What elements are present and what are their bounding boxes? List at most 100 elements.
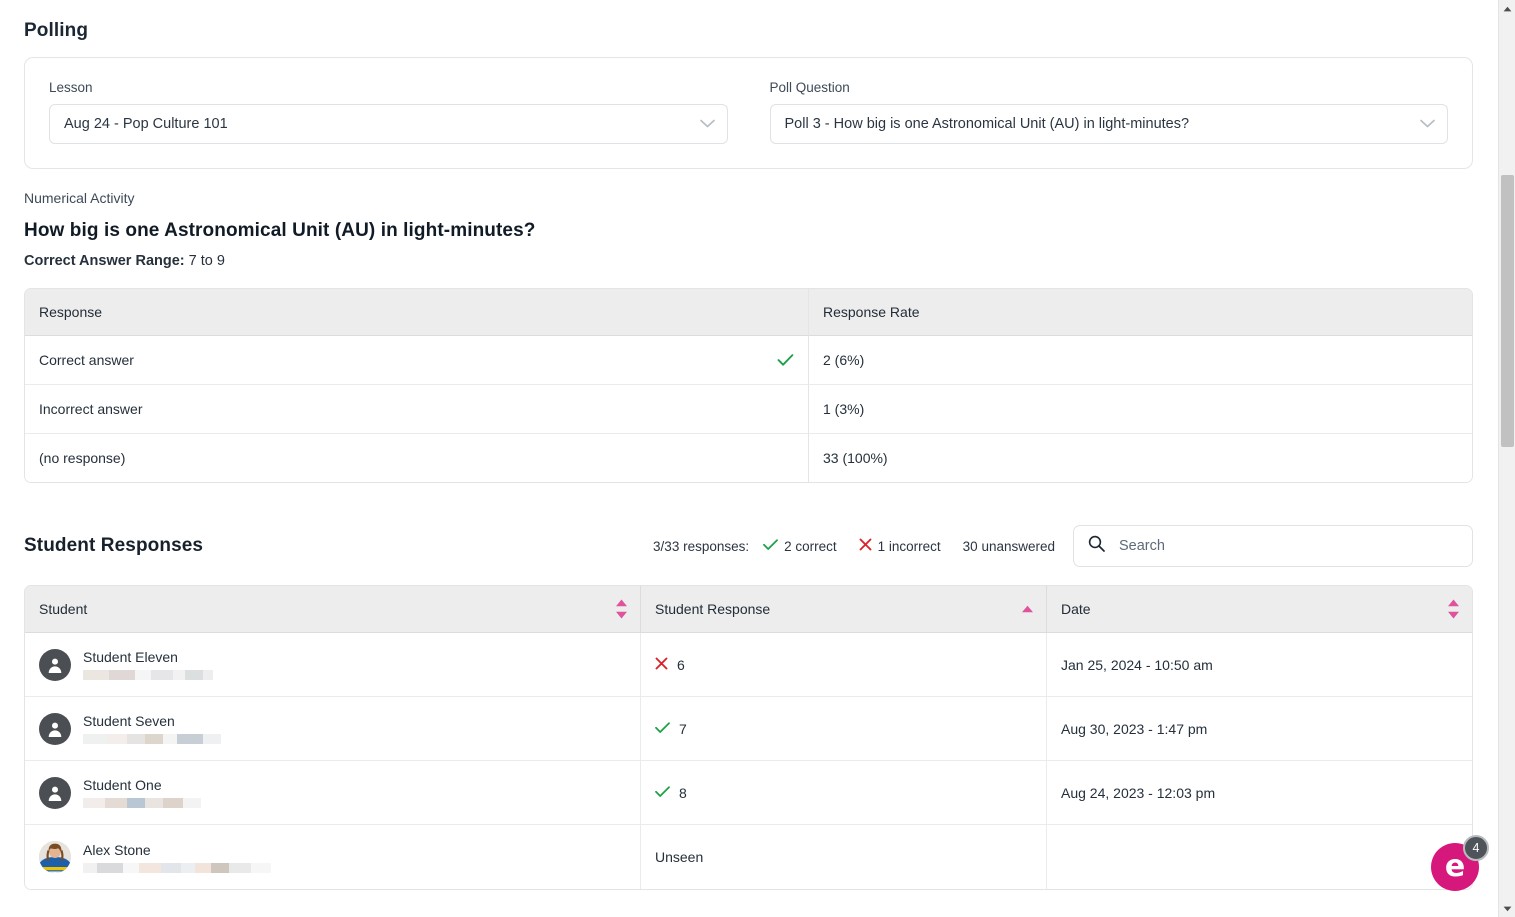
table-row: (no response) 33 (100%) xyxy=(25,434,1472,482)
scrollbar-thumb[interactable] xyxy=(1501,175,1514,447)
sort-both-icon[interactable] xyxy=(615,598,628,620)
table-row[interactable]: Student One 8 Aug 24, 2023 - 12:03 pm xyxy=(25,761,1472,825)
table-header-row: Response Response Rate xyxy=(25,289,1472,336)
table-row[interactable]: Student Seven 7 Aug 30, 2023 - 1:47 pm xyxy=(25,697,1472,761)
chat-unread-badge: 4 xyxy=(1463,835,1489,861)
student-responses-summary: 3/33 responses: 2 correct 1 incorrect 30… xyxy=(653,538,1073,554)
column-header-date[interactable]: Date xyxy=(1047,586,1472,633)
lesson-field: Lesson Aug 24 - Pop Culture 101 xyxy=(49,80,728,144)
poll-selector-card: Lesson Aug 24 - Pop Culture 101 Poll Que… xyxy=(24,57,1473,169)
response-label-correct: Correct answer xyxy=(25,336,809,385)
response-rate-no-response: 33 (100%) xyxy=(809,434,1472,482)
poll-question-field: Poll Question Poll 3 - How big is one As… xyxy=(769,80,1448,144)
student-response-cell: 6 xyxy=(641,633,1047,697)
person-icon xyxy=(39,776,71,809)
student-responses-header: Student Responses 3/33 responses: 2 corr… xyxy=(24,525,1473,567)
student-response-value: 8 xyxy=(679,784,687,801)
redacted-email xyxy=(83,734,221,744)
person-icon xyxy=(39,648,71,681)
student-cell: Alex Stone xyxy=(25,825,641,889)
summary-correct-label: 2 correct xyxy=(784,538,837,554)
student-responses-table: Student Student Response Date Student El… xyxy=(24,585,1473,890)
poll-question-label: Poll Question xyxy=(769,80,850,95)
student-response-value: Unseen xyxy=(655,849,704,865)
check-icon xyxy=(777,354,794,367)
search-input[interactable] xyxy=(1117,537,1458,555)
photo-avatar xyxy=(39,841,71,873)
student-response-cell: 7 xyxy=(641,697,1047,761)
search-box[interactable] xyxy=(1073,525,1473,567)
chat-widget[interactable]: e 4 xyxy=(1431,835,1489,895)
response-summary-table: Response Response Rate Correct answer 2 … xyxy=(24,288,1473,483)
column-header-response: Response xyxy=(25,289,809,336)
response-rate-incorrect: 1 (3%) xyxy=(809,385,1472,434)
student-cell: Student Seven xyxy=(25,697,641,761)
student-name: Alex Stone xyxy=(83,841,151,858)
response-label-incorrect: Incorrect answer xyxy=(25,385,809,434)
sort-both-icon[interactable] xyxy=(1447,598,1460,620)
sort-asc-icon[interactable] xyxy=(1021,605,1034,614)
caret-down-icon[interactable] xyxy=(1499,900,1515,917)
redacted-email xyxy=(83,862,271,873)
column-header-student[interactable]: Student xyxy=(25,586,641,633)
redacted-email xyxy=(83,798,201,808)
x-icon xyxy=(655,657,668,673)
polling-page: Polling Lesson Aug 24 - Pop Culture 101 … xyxy=(0,0,1515,917)
table-row: Incorrect answer 1 (3%) xyxy=(25,385,1472,434)
x-icon xyxy=(859,538,872,554)
table-row: Correct answer 2 (6%) xyxy=(25,336,1472,385)
student-responses-title: Student Responses xyxy=(24,535,204,556)
date-cell: Aug 30, 2023 - 1:47 pm xyxy=(1047,697,1472,761)
poll-question-select-value: Poll 3 - How big is one Astronomical Uni… xyxy=(784,116,1190,132)
summary-unanswered-label: 30 unanswered xyxy=(962,538,1055,554)
summary-lead: 3/33 responses: xyxy=(653,538,750,554)
chevron-down-icon xyxy=(1420,119,1435,129)
student-response-cell: 8 xyxy=(641,761,1047,825)
check-icon xyxy=(763,538,779,554)
column-header-student-response[interactable]: Student Response xyxy=(641,586,1047,633)
search-icon xyxy=(1088,535,1105,557)
student-response-cell: Unseen xyxy=(641,825,1047,889)
person-icon xyxy=(39,712,71,745)
student-name: Student Seven xyxy=(83,713,175,729)
response-label-no-response: (no response) xyxy=(25,434,809,482)
column-header-student-response-label: Student Response xyxy=(655,601,771,617)
correct-answer-range-label: Correct Answer Range: xyxy=(24,253,185,269)
poll-question-select[interactable]: Poll 3 - How big is one Astronomical Uni… xyxy=(769,104,1448,144)
column-header-response-rate: Response Rate xyxy=(809,289,1472,336)
correct-answer-range: Correct Answer Range: 7 to 9 xyxy=(24,253,1473,269)
lesson-label: Lesson xyxy=(49,80,93,95)
lesson-select[interactable]: Aug 24 - Pop Culture 101 xyxy=(49,104,728,144)
check-icon xyxy=(655,785,670,801)
student-response-value: 6 xyxy=(677,656,685,673)
student-response-value: 7 xyxy=(679,720,687,737)
table-row[interactable]: Student Eleven 6 Jan 25, 2024 - 10:50 am xyxy=(25,633,1472,697)
check-icon xyxy=(655,721,670,737)
summary-correct: 2 correct xyxy=(763,539,837,554)
date-cell: Jan 25, 2024 - 10:50 am xyxy=(1047,633,1472,697)
column-header-student-label: Student xyxy=(39,601,88,617)
student-name: Student Eleven xyxy=(83,649,178,665)
page-title: Polling xyxy=(24,20,89,41)
response-rate-correct: 2 (6%) xyxy=(809,336,1472,385)
correct-answer-range-value: 7 to 9 xyxy=(188,253,225,269)
date-cell: Aug 24, 2023 - 12:03 pm xyxy=(1047,761,1472,825)
redacted-email xyxy=(83,670,213,680)
column-header-date-label: Date xyxy=(1061,601,1091,617)
activity-title: How big is one Astronomical Unit (AU) in… xyxy=(24,220,536,241)
table-header-row: Student Student Response Date xyxy=(25,586,1472,633)
date-cell xyxy=(1047,825,1472,889)
table-row[interactable]: Alex Stone Unseen xyxy=(25,825,1472,889)
caret-up-icon[interactable] xyxy=(1499,0,1515,17)
student-cell: Student One xyxy=(25,761,641,825)
student-name: Student One xyxy=(83,777,162,793)
page-content: Polling Lesson Aug 24 - Pop Culture 101 … xyxy=(0,0,1497,890)
chevron-down-icon xyxy=(699,119,715,129)
activity-kind: Numerical Activity xyxy=(24,190,135,206)
summary-incorrect: 1 incorrect xyxy=(859,538,941,554)
lesson-select-value: Aug 24 - Pop Culture 101 xyxy=(64,116,228,132)
vertical-scrollbar[interactable] xyxy=(1498,0,1515,917)
summary-incorrect-label: 1 incorrect xyxy=(877,538,941,554)
student-cell: Student Eleven xyxy=(25,633,641,697)
response-text: Correct answer xyxy=(39,352,134,368)
